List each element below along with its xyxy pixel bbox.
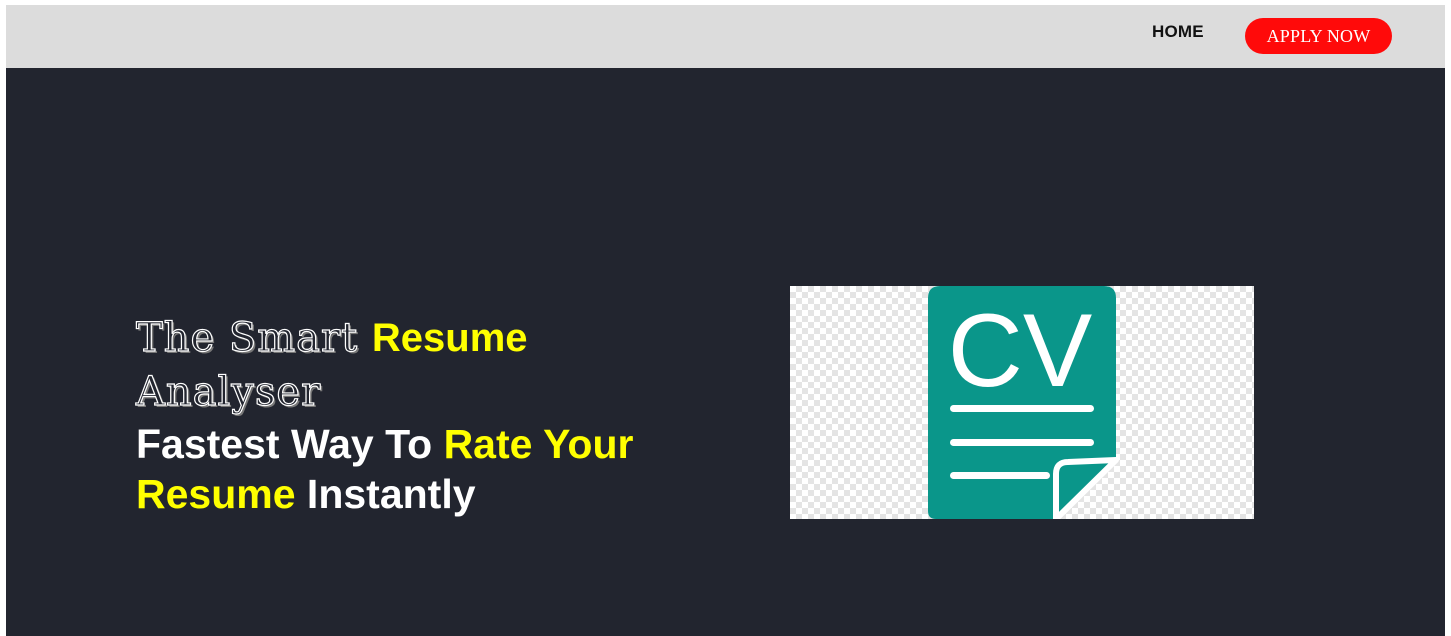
navbar: HOME APPLY NOW xyxy=(6,5,1445,68)
tagline-highlight1: Rate Your xyxy=(443,421,634,467)
hero-title-plain: The Smart xyxy=(135,314,359,361)
cv-label: CV xyxy=(948,293,1092,409)
tagline-highlight2: Resume xyxy=(136,471,296,517)
cv-image: CV xyxy=(790,286,1254,519)
hero-title-highlight: Resume xyxy=(371,316,528,360)
hero-tagline: Fastest Way To Rate Your Resume Instantl… xyxy=(136,419,756,519)
nav-home-link[interactable]: HOME xyxy=(1152,22,1204,42)
hero-title: The Smart Resume xyxy=(135,311,756,365)
hero-title-line2: Analyser xyxy=(135,368,322,415)
tagline-part1: Fastest Way To xyxy=(136,421,433,467)
apply-now-button[interactable]: APPLY NOW xyxy=(1245,18,1392,54)
page-frame: HOME APPLY NOW The Smart Resume Analyser… xyxy=(6,5,1445,636)
tagline-part2: Instantly xyxy=(306,471,476,517)
hero-heading: The Smart Resume Analyser Fastest Way To… xyxy=(135,311,756,519)
cv-document-icon: CV xyxy=(928,286,1119,519)
